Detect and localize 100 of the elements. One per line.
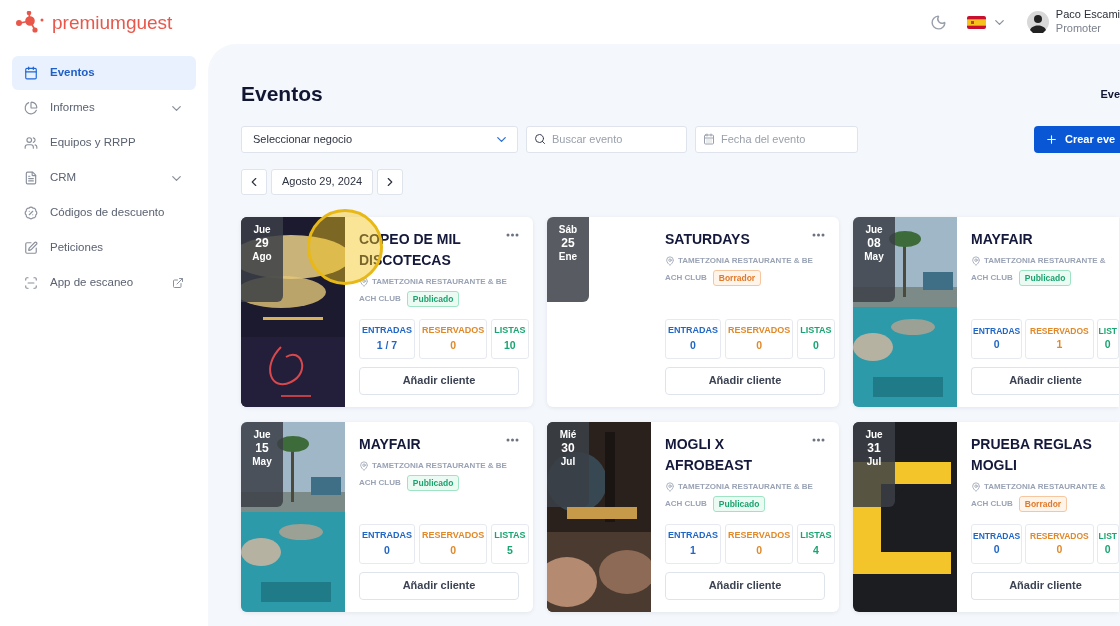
- search-input[interactable]: Buscar evento: [552, 126, 682, 152]
- business-select[interactable]: Seleccionar negocio: [241, 125, 518, 153]
- event-title: MAYFAIR: [359, 434, 421, 454]
- stat-label: LISTAS: [800, 325, 832, 337]
- venue-text: TAMETZONIA RESTAURANTE & BE: [372, 459, 507, 472]
- stat-label: RESERVADOS: [728, 530, 791, 542]
- event-title: MAYFAIR: [971, 229, 1033, 249]
- event-title: PRUEBA REGLAS MOGLI: [971, 434, 1093, 475]
- sidebar-item[interactable]: App de escaneo: [12, 266, 196, 300]
- document-icon: [24, 171, 38, 185]
- stat-value: 0: [812, 338, 819, 352]
- stat-value: 0: [1056, 543, 1063, 557]
- event-title: MOGLI X AFROBEAST: [665, 434, 754, 475]
- venue-text: ACH CLUB: [971, 271, 1013, 284]
- add-client-button[interactable]: Añadir cliente: [359, 366, 519, 395]
- date-input[interactable]: Fecha del evento: [721, 126, 856, 152]
- stat-label: LIST: [1098, 325, 1117, 337]
- venue-text: TAMETZONIA RESTAURANTE &: [984, 480, 1106, 493]
- stat-label: LISTAS: [494, 530, 526, 542]
- stat-value: 1 / 7: [376, 338, 398, 352]
- calendar-icon: [24, 66, 38, 80]
- venue-text: TAMETZONIA RESTAURANTE & BE: [678, 480, 813, 493]
- calendar-icon: [703, 133, 715, 145]
- venue-text: ACH CLUB: [665, 497, 707, 510]
- date-field[interactable]: Fecha del evento: [695, 125, 858, 153]
- sidebar-label: Peticiones: [50, 240, 104, 256]
- sidebar-label: Informes: [50, 100, 95, 116]
- create-event-button[interactable]: Crear eve: [1034, 125, 1120, 153]
- month-label: Jul: [560, 456, 576, 469]
- status-badge: Publicado: [712, 495, 766, 513]
- add-client-button[interactable]: Añadir cliente: [665, 571, 825, 600]
- sidebar-label: Eventos: [50, 65, 95, 81]
- stat-value: 1: [1056, 338, 1063, 352]
- event-title: SATURDAYS: [665, 229, 750, 249]
- stat-label: RESERVADOS: [1030, 325, 1089, 337]
- location-pin-icon: [359, 276, 369, 287]
- add-client-button[interactable]: Añadir cliente: [971, 571, 1119, 600]
- location-pin-icon: [971, 255, 981, 266]
- status-badge: Borrador: [712, 269, 762, 287]
- sidebar-item[interactable]: Eventos: [12, 56, 196, 90]
- stat-label: RESERVADOS: [728, 325, 791, 337]
- brand-name: premiumguest: [52, 12, 173, 32]
- sidebar-item[interactable]: CRM: [12, 161, 196, 195]
- stat-value: 0: [1104, 338, 1111, 352]
- stat-label: ENTRADAS: [668, 530, 718, 542]
- search-icon: [534, 133, 546, 145]
- search-field[interactable]: Buscar evento: [526, 125, 687, 153]
- sidebar-item[interactable]: Códigos de descuento: [12, 196, 196, 230]
- month-label: May: [864, 251, 884, 264]
- avatar-icon[interactable]: [1026, 11, 1049, 33]
- event-card[interactable]: Jue 31 Jul PRUEBA REGLAS MOGLI TAMETZONIA RESTAURANTE & ACH CLUB Borrador ENTRADAS 0 RESERVADOS 0 LIST 0 Añadir cliente: [853, 421, 1119, 612]
- dark-mode-icon[interactable]: [929, 13, 947, 31]
- sidebar-label: App de escaneo: [50, 275, 134, 291]
- day-number: 30: [561, 441, 575, 456]
- event-card[interactable]: Jue 08 May MAYFAIR TAMETZONIA RESTAURANTE & ACH CLUB Publicado ENTRADAS 0 RESERVADOS 1 LIST 0 Añadir cliente: [853, 216, 1119, 407]
- event-card[interactable]: Mié 30 Jul MOGLI X AFROBEAST TAMETZONIA RESTAURANTE & BE ACH CLUB Publicado ENTRADAS 1 RESERVADOS 0 LISTAS 4 Añadir cliente: [547, 421, 839, 612]
- stat-value: 0: [756, 338, 763, 352]
- pie-chart-icon: [24, 101, 38, 115]
- stat-value: 4: [812, 543, 819, 557]
- stat-label: ENTRADAS: [973, 325, 1021, 337]
- status-badge: Publicado: [406, 474, 460, 492]
- add-client-button[interactable]: Añadir cliente: [665, 366, 825, 395]
- logo-icon: [16, 11, 46, 33]
- status-badge: Borrador: [1018, 495, 1068, 513]
- stat-value: 1: [690, 543, 696, 557]
- add-client-button[interactable]: Añadir cliente: [359, 571, 519, 600]
- venue-text: TAMETZONIA RESTAURANTE & BE: [678, 254, 813, 267]
- stat-value: 0: [993, 338, 1000, 352]
- stat-value: 0: [1104, 543, 1111, 557]
- event-card[interactable]: Sáb 25 Ene SATURDAYS TAMETZONIA RESTAURANTE & BE ACH CLUB Borrador ENTRADAS 0 RESERVADOS 0 LISTAS 0 Añadir cliente: [547, 216, 839, 407]
- sidebar-item[interactable]: Peticiones: [12, 231, 196, 265]
- location-pin-icon: [359, 460, 369, 471]
- sidebar-label: Equipos y RRPP: [50, 135, 136, 151]
- venue-text: ACH CLUB: [359, 292, 401, 305]
- stat-value: 0: [756, 543, 763, 557]
- scan-icon: [24, 276, 38, 290]
- add-client-button[interactable]: Añadir cliente: [971, 366, 1119, 395]
- day-number: 25: [561, 236, 575, 251]
- venue-text: TAMETZONIA RESTAURANTE & BE: [372, 275, 507, 288]
- weekday-label: Jue: [865, 428, 883, 441]
- spain-flag-icon[interactable]: [966, 15, 986, 29]
- event-card[interactable]: Jue 15 May MAYFAIR TAMETZONIA RESTAURANTE & BE ACH CLUB Publicado ENTRADAS 0 RESERVADOS 0 LISTAS 5 Añadir cliente: [241, 421, 533, 612]
- stat-label: ENTRADAS: [668, 325, 718, 337]
- more-icon[interactable]: [506, 232, 519, 237]
- sidebar-item[interactable]: Informes: [12, 91, 196, 125]
- sidebar-item[interactable]: Equipos y RRPP: [12, 126, 196, 160]
- stat-value: 10: [504, 338, 516, 352]
- pen-square-icon: [24, 241, 38, 255]
- location-pin-icon: [665, 255, 675, 266]
- users-icon: [24, 136, 38, 150]
- more-icon[interactable]: [812, 232, 825, 237]
- more-icon[interactable]: [506, 437, 519, 442]
- day-number: 29: [255, 236, 269, 251]
- stat-label: RESERVADOS: [422, 530, 485, 542]
- stat-value: 0: [450, 543, 457, 557]
- weekday-label: Jue: [865, 223, 883, 236]
- month-label: Ene: [558, 251, 578, 264]
- plus-icon: [1045, 132, 1058, 146]
- stat-label: ENTRADAS: [362, 325, 412, 337]
- more-icon[interactable]: [812, 437, 825, 442]
